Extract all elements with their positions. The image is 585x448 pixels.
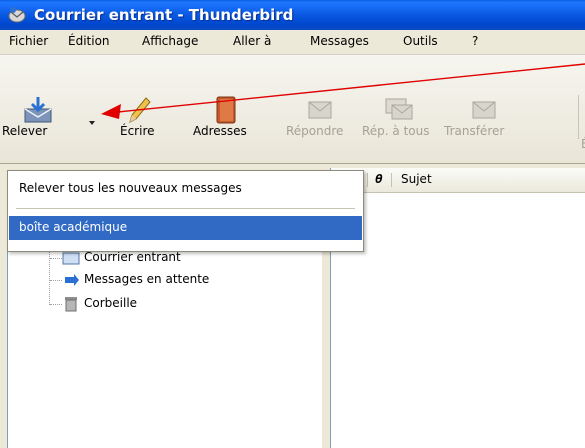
window-title: Courrier entrant - Thunderbird xyxy=(34,6,294,24)
transferer-button[interactable]: Transférer xyxy=(444,95,524,145)
menu-aide[interactable]: ? xyxy=(472,34,478,48)
menu-messages[interactable]: Messages xyxy=(310,34,369,48)
menu-item-relever-tous[interactable]: Relever tous les nouveaux messages xyxy=(9,172,362,206)
repondre-button[interactable]: Répondre xyxy=(282,95,358,145)
attachment-column-icon[interactable]: 𝜽 xyxy=(375,172,382,187)
forward-icon xyxy=(472,101,496,119)
toolbar-cut-off-label: É xyxy=(581,137,585,151)
folder-label: Courrier entrant xyxy=(84,250,181,264)
thunderbird-window: Courrier entrant - Thunderbird Fichier É… xyxy=(0,0,585,448)
menu-aller-a[interactable]: Aller à xyxy=(233,34,271,48)
title-bar[interactable]: Courrier entrant - Thunderbird xyxy=(0,0,585,30)
write-pencil-icon xyxy=(129,97,151,123)
adresses-label: Adresses xyxy=(193,124,247,138)
reply-all-icon xyxy=(385,98,413,120)
ecrire-button[interactable]: Écrire xyxy=(108,95,164,145)
folder-label: Messages en attente xyxy=(84,272,210,286)
relever-label: Relever xyxy=(2,124,48,138)
outbox-arrow-icon xyxy=(65,274,79,286)
relever-button[interactable]: Relever xyxy=(0,95,86,145)
message-list-header: ★ 𝜽 Sujet xyxy=(331,168,585,193)
folder-messages-en-attente[interactable]: Messages en attente xyxy=(8,269,320,291)
relever-dropdown-button[interactable] xyxy=(86,115,98,129)
menu-item-boite-academique[interactable]: boîte académique xyxy=(9,216,362,240)
trash-icon xyxy=(65,297,77,312)
menu-affichage[interactable]: Affichage xyxy=(142,34,198,48)
repondre-label: Répondre xyxy=(286,124,344,138)
inbox-icon xyxy=(62,252,80,265)
thunderbird-app-icon xyxy=(8,7,26,23)
menu-outils[interactable]: Outils xyxy=(403,34,438,48)
menu-edition[interactable]: Édition xyxy=(68,34,110,48)
menu-item-label: boîte académique xyxy=(19,220,128,234)
menu-fichier[interactable]: Fichier xyxy=(9,34,48,48)
dropdown-arrow-icon xyxy=(89,121,95,125)
relever-dropdown-menu: Relever tous les nouveaux messages boîte… xyxy=(7,170,364,252)
menu-bar: Fichier Édition Affichage Aller à Messag… xyxy=(0,30,585,55)
main-toolbar: Relever Écrire Adresses Répondre Rép. à … xyxy=(0,55,585,164)
address-book-icon xyxy=(216,96,236,124)
transferer-label: Transférer xyxy=(444,124,505,138)
toolbar-separator xyxy=(578,95,579,139)
repondre-a-tous-label: Rép. à tous xyxy=(362,124,430,138)
ecrire-label: Écrire xyxy=(120,124,155,138)
column-sujet[interactable]: Sujet xyxy=(401,172,432,186)
folder-corbeille[interactable]: Corbeille xyxy=(8,293,320,315)
folder-label: Corbeille xyxy=(84,296,138,310)
get-mail-icon xyxy=(24,97,52,123)
reply-icon xyxy=(308,101,332,119)
adresses-button[interactable]: Adresses xyxy=(187,95,267,145)
menu-item-label: Relever tous les nouveaux messages xyxy=(19,181,242,195)
repondre-a-tous-button[interactable]: Rép. à tous xyxy=(360,95,440,145)
message-list[interactable]: ★ 𝜽 Sujet xyxy=(330,168,585,448)
menu-separator xyxy=(16,208,355,209)
